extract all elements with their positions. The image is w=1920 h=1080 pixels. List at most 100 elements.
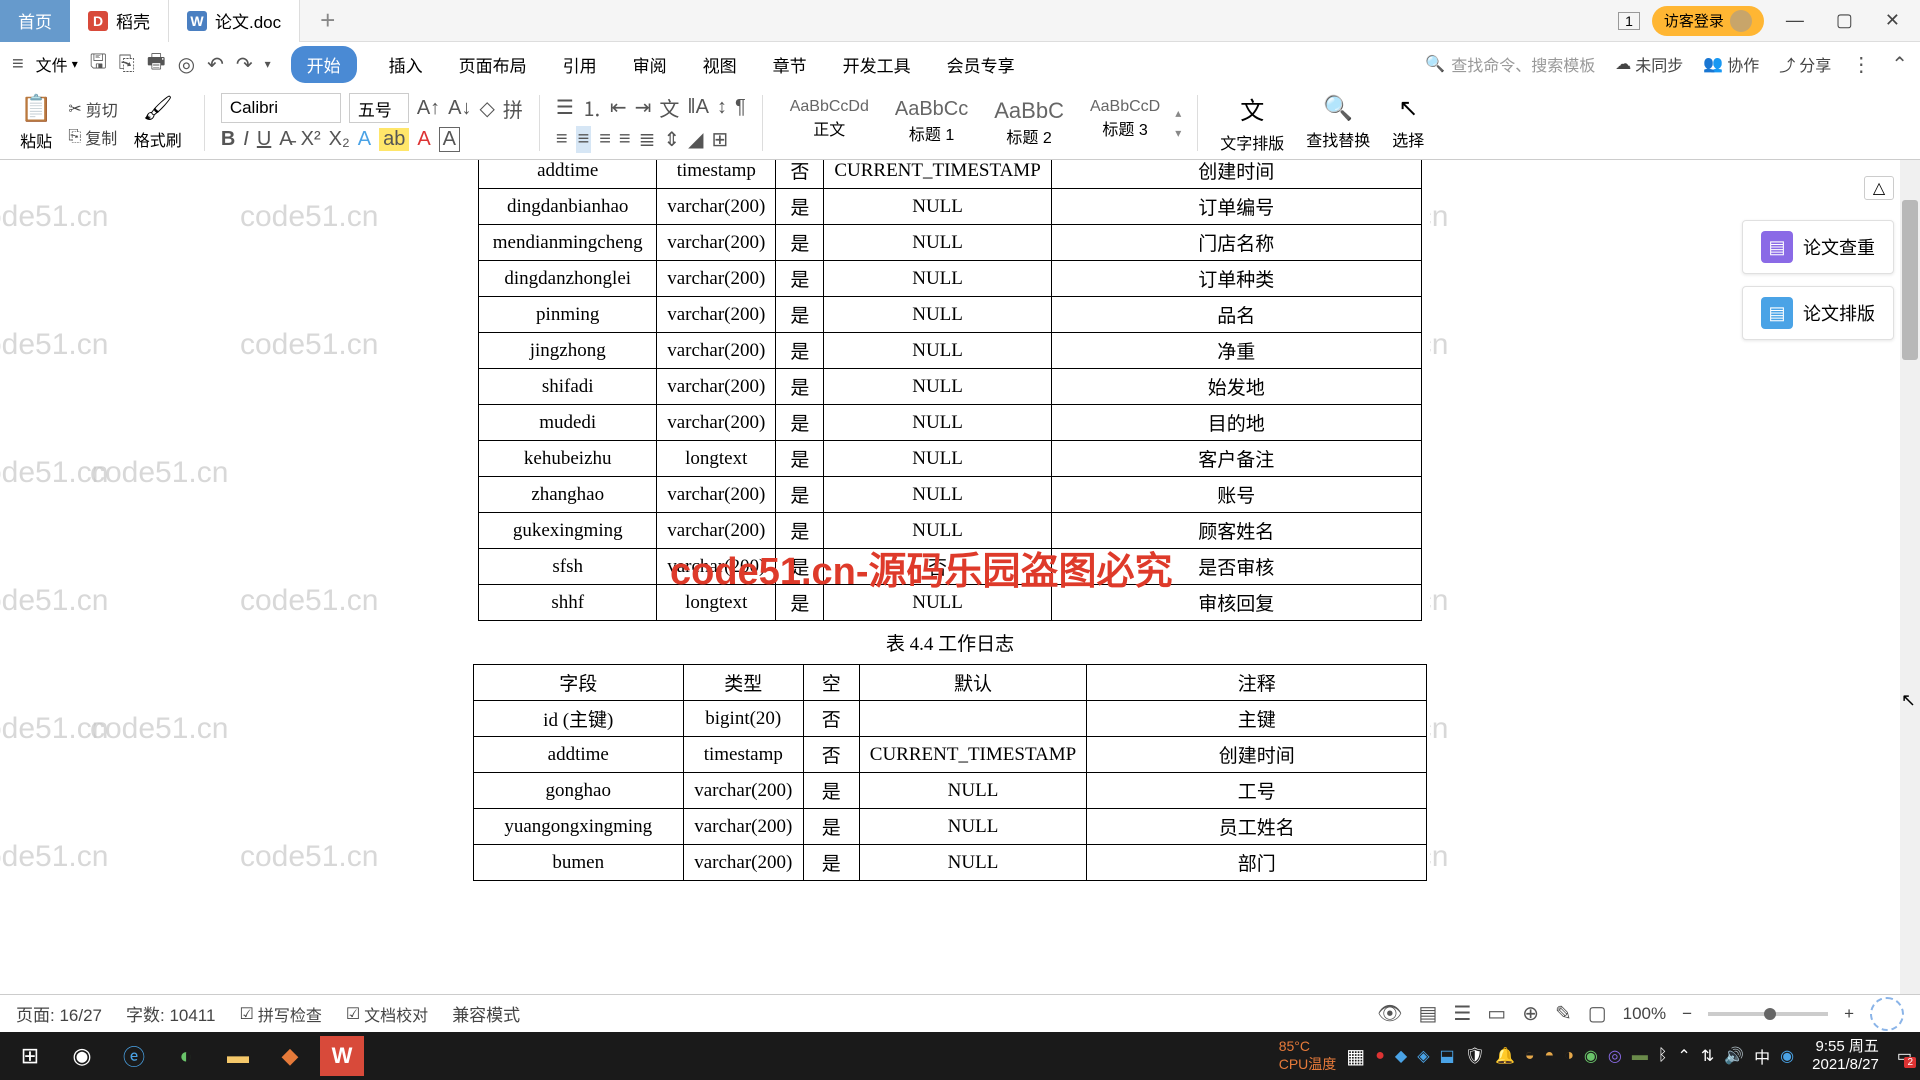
tray-icon[interactable]: ◎ (1608, 1046, 1622, 1066)
style-h1[interactable]: AaBbCc标题 1 (884, 95, 979, 151)
tray-bluetooth-icon[interactable]: ᛒ (1658, 1047, 1668, 1065)
italic-icon[interactable]: I (243, 128, 249, 151)
tray-icon[interactable]: ◒ (1525, 1047, 1535, 1065)
table-cell[interactable]: 空 (803, 665, 859, 701)
table-cell[interactable]: NULL (824, 225, 1051, 261)
table-cell[interactable]: 主键 (1087, 701, 1427, 737)
table-cell[interactable]: CURRENT_TIMESTAMP (859, 737, 1086, 773)
table-cell[interactable]: NULL (859, 773, 1086, 809)
tray-app-icon[interactable]: ▦ (1346, 1044, 1365, 1069)
window-count-badge[interactable]: 1 (1618, 12, 1640, 30)
table-cell[interactable]: 是 (776, 369, 824, 405)
tray-icon[interactable]: ● (1375, 1047, 1385, 1065)
table-cell[interactable]: 是 (776, 585, 824, 621)
superscript-icon[interactable]: X² (301, 128, 321, 151)
table-cell[interactable]: bigint(20) (683, 701, 803, 737)
table-cell[interactable]: 净重 (1051, 333, 1421, 369)
table-cell[interactable]: gukexingming (479, 513, 657, 549)
menu-tab-view[interactable]: 视图 (699, 46, 741, 83)
table-cell[interactable]: bumen (473, 845, 683, 881)
table-cell[interactable]: 品名 (1051, 297, 1421, 333)
page[interactable]: addtimetimestamp否CURRENT_TIMESTAMP创建时间di… (470, 160, 1430, 881)
close-button[interactable]: ✕ (1875, 6, 1910, 35)
table-cell[interactable]: 账号 (1051, 477, 1421, 513)
align-center-icon[interactable]: ≡ (576, 126, 592, 153)
table-cell[interactable]: varchar(200) (657, 369, 776, 405)
table-cell[interactable]: varchar(200) (657, 405, 776, 441)
table-cell[interactable]: 是 (776, 477, 824, 513)
bullet-list-icon[interactable]: ☰ (556, 95, 574, 120)
table-cell[interactable]: 是 (803, 773, 859, 809)
menu-tab-member[interactable]: 会员专享 (943, 46, 1019, 83)
zoom-in-button[interactable]: + (1844, 1004, 1854, 1024)
text-layout-button[interactable]: 文文字排版 (1214, 91, 1290, 154)
style-next-icon[interactable]: ▾ (1175, 126, 1181, 140)
table-cell[interactable]: varchar(200) (683, 773, 803, 809)
borders-icon[interactable]: ⊞ (712, 127, 729, 152)
table-cell[interactable]: 创建时间 (1087, 737, 1427, 773)
paper-check-button[interactable]: ▤ 论文查重 (1742, 220, 1894, 274)
menu-tab-layout[interactable]: 页面布局 (455, 46, 531, 83)
table-cell[interactable]: addtime (473, 737, 683, 773)
page-indicator[interactable]: 页面: 16/27 (16, 1001, 102, 1026)
table-cell[interactable]: timestamp (683, 737, 803, 773)
paste-button[interactable]: 📋 粘贴 (14, 93, 58, 152)
collapse-panel-icon[interactable]: △ (1864, 176, 1894, 200)
show-marks-icon[interactable]: ¶ (735, 96, 746, 119)
ie-icon[interactable]: ⓔ (112, 1036, 156, 1076)
line-spacing-icon[interactable]: ⇕ (663, 127, 680, 152)
tray-icon[interactable]: ◉ (1584, 1046, 1598, 1066)
table-cell[interactable]: id (主键) (473, 701, 683, 737)
fit-icon[interactable]: ▢ (1588, 1001, 1607, 1026)
preview-icon[interactable]: ◎ (178, 52, 195, 77)
phonetic-icon[interactable]: 拼 (503, 94, 523, 123)
table-cell[interactable]: NULL (824, 585, 1051, 621)
style-body[interactable]: AaBbCcDd正文 (779, 95, 880, 151)
table-cell[interactable]: NULL (824, 441, 1051, 477)
table-cell[interactable]: 是 (776, 261, 824, 297)
find-replace-button[interactable]: 🔍查找替换 (1300, 94, 1376, 151)
align-right-icon[interactable]: ≡ (599, 128, 611, 151)
start-button[interactable]: ⊞ (8, 1036, 52, 1076)
paper-layout-button[interactable]: ▤ 论文排版 (1742, 286, 1894, 340)
table-cell[interactable]: 是 (776, 441, 824, 477)
view-web-icon[interactable]: ⊕ (1522, 1001, 1539, 1026)
tray-icon[interactable]: ◈ (1417, 1046, 1429, 1066)
font-size-input[interactable] (349, 93, 409, 123)
table-cell[interactable]: 类型 (683, 665, 803, 701)
menu-tab-devtools[interactable]: 开发工具 (839, 46, 915, 83)
table-cell[interactable]: CURRENT_TIMESTAMP (824, 160, 1051, 189)
collab-button[interactable]: 👥 协作 (1703, 52, 1759, 76)
table-cell[interactable]: varchar(200) (657, 477, 776, 513)
table-cell[interactable]: NULL (859, 809, 1086, 845)
underline-icon[interactable]: U (257, 128, 271, 151)
table-cell[interactable]: varchar(200) (683, 809, 803, 845)
table-cell[interactable]: pinming (479, 297, 657, 333)
tab-daoke[interactable]: D 稻壳 (70, 0, 169, 42)
table-cell[interactable]: 订单编号 (1051, 189, 1421, 225)
text-direction-icon[interactable]: 文 (659, 93, 679, 122)
export-icon[interactable]: ⎘ (119, 53, 135, 76)
menu-tab-reference[interactable]: 引用 (559, 46, 601, 83)
spell-check-button[interactable]: ☑ 拼写检查 (239, 1002, 321, 1026)
eye-icon[interactable]: 👁 (1377, 1001, 1402, 1026)
table-cell[interactable]: jingzhong (479, 333, 657, 369)
doc-proof-button[interactable]: ☑ 文档校对 (346, 1002, 428, 1026)
print-icon[interactable]: 🖶 (147, 47, 166, 81)
char-border-icon[interactable]: A (439, 127, 460, 152)
share-button[interactable]: ⤴ 分享 (1779, 52, 1831, 76)
tray-icon[interactable]: ◆ (1395, 1046, 1407, 1066)
copilot-icon[interactable]: ◉ (60, 1036, 104, 1076)
table-cell[interactable] (859, 701, 1086, 737)
table-cell[interactable]: varchar(200) (657, 333, 776, 369)
table-cell[interactable]: longtext (657, 441, 776, 477)
save-icon[interactable]: 🖫 (90, 47, 107, 81)
tray-icon[interactable]: ⬓ (1440, 1046, 1455, 1066)
table-cell[interactable]: 是 (776, 333, 824, 369)
table-cell[interactable]: varchar(200) (657, 189, 776, 225)
command-search[interactable]: 🔍 查找命令、搜索模板 (1425, 52, 1595, 76)
style-h2[interactable]: AaBbC标题 2 (983, 95, 1075, 151)
table-cell[interactable]: zhanghao (479, 477, 657, 513)
scrollbar-thumb[interactable] (1902, 200, 1918, 360)
zoom-slider[interactable] (1708, 1012, 1828, 1016)
